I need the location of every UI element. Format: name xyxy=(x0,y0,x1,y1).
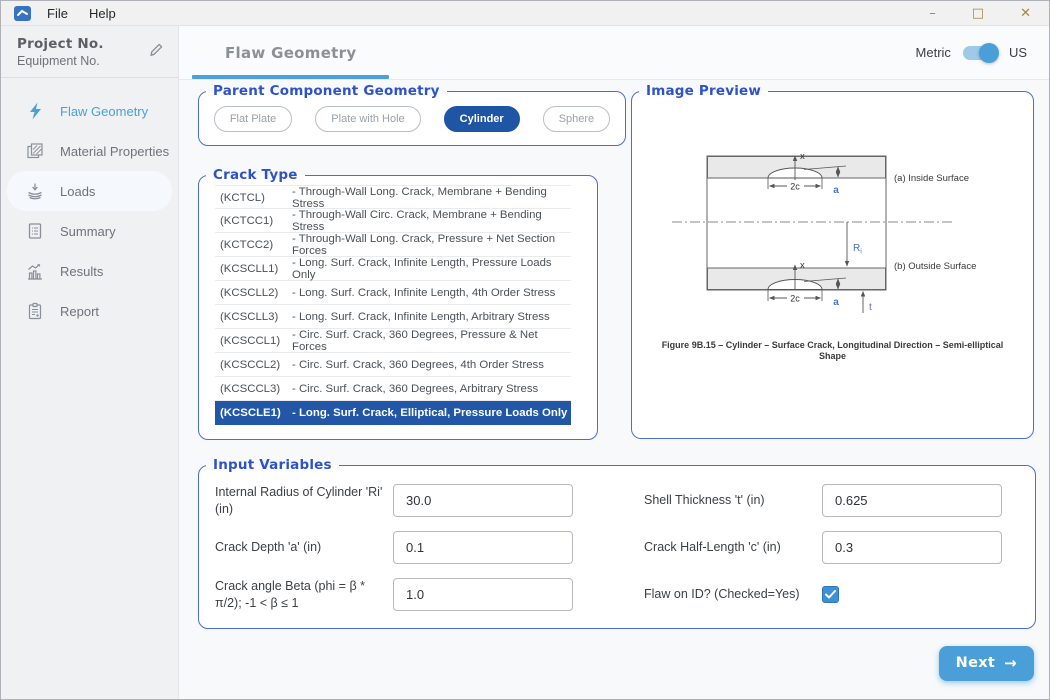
cylinder-crack-diagram: x 2c a (a) Inside Surface Ri xyxy=(632,99,1032,327)
image-preview-legend: Image Preview xyxy=(639,83,768,99)
crack-half-length-input[interactable] xyxy=(822,531,1002,564)
crack-type-row[interactable]: (KCTCL)- Through-Wall Long. Crack, Membr… xyxy=(215,185,571,209)
svg-text:x: x xyxy=(800,260,805,271)
sidebar-item-label: Results xyxy=(60,264,103,279)
parent-geometry-legend: Parent Component Geometry xyxy=(206,83,447,99)
svg-text:t: t xyxy=(869,302,872,313)
figure-caption: Figure 9B.15 – Cylinder – Surface Crack,… xyxy=(632,340,1033,363)
report-icon xyxy=(25,302,45,320)
unit-toggle[interactable] xyxy=(963,46,997,60)
crack-type-row-selected[interactable]: (KCSCLE1)- Long. Surf. Crack, Elliptical… xyxy=(215,401,571,425)
field-label: Shell Thickness 't' (in) xyxy=(644,492,822,508)
tab-flaw-geometry[interactable]: Flaw Geometry xyxy=(192,26,389,79)
internal-radius-input[interactable] xyxy=(393,484,573,517)
content-area: Parent Component Geometry Flat Plate Pla… xyxy=(179,80,1049,699)
preview-figure: x 2c a (a) Inside Surface Ri xyxy=(632,99,1033,363)
sidebar: Project No. Equipment No. Flaw Geometry xyxy=(1,26,179,699)
crack-type-row[interactable]: (KCSCLL2)- Long. Surf. Crack, Infinite L… xyxy=(215,281,571,305)
field-shell-thickness: Shell Thickness 't' (in) xyxy=(644,484,1007,517)
field-internal-radius: Internal Radius of Cylinder 'Ri' (in) xyxy=(215,484,578,517)
geometry-option-cylinder[interactable]: Cylinder xyxy=(444,106,520,132)
field-label: Internal Radius of Cylinder 'Ri' (in) xyxy=(215,484,393,517)
project-number-label: Project No. xyxy=(17,36,148,52)
maximize-icon[interactable]: □ xyxy=(972,7,984,20)
svg-text:a: a xyxy=(833,185,839,196)
sidebar-item-label: Report xyxy=(60,304,99,319)
crack-type-list: (KCTCL)- Through-Wall Long. Crack, Membr… xyxy=(215,185,571,425)
page-header: Flaw Geometry Metric US xyxy=(179,26,1049,80)
equipment-number-label: Equipment No. xyxy=(17,54,148,68)
sidebar-item-summary[interactable]: Summary xyxy=(1,211,178,251)
next-button[interactable]: Next → xyxy=(939,646,1034,681)
next-button-label: Next xyxy=(956,655,995,671)
metric-label: Metric xyxy=(916,45,951,60)
image-preview-section: Image Preview xyxy=(631,83,1034,439)
geometry-option-sphere[interactable]: Sphere xyxy=(543,106,610,132)
sidebar-item-label: Loads xyxy=(60,184,95,199)
svg-text:a: a xyxy=(833,297,839,308)
field-label: Flaw on ID? (Checked=Yes) xyxy=(644,586,822,602)
results-icon xyxy=(25,262,45,280)
menu-help[interactable]: Help xyxy=(89,6,116,21)
svg-text:2c: 2c xyxy=(790,182,800,192)
crack-type-row[interactable]: (KCSCCL2)- Circ. Surf. Crack, 360 Degree… xyxy=(215,353,571,377)
sidebar-item-flaw-geometry[interactable]: Flaw Geometry xyxy=(1,91,178,131)
crack-angle-beta-input[interactable] xyxy=(393,578,573,611)
crack-type-legend: Crack Type xyxy=(206,167,305,183)
field-crack-angle-beta: Crack angle Beta (phi = β * π/2); -1 < β… xyxy=(215,578,578,611)
sidebar-item-loads[interactable]: Loads xyxy=(7,171,172,211)
crack-type-section: Crack Type (KCTCL)- Through-Wall Long. C… xyxy=(198,167,598,440)
crack-type-row[interactable]: (KCSCCL3)- Circ. Surf. Crack, 360 Degree… xyxy=(215,377,571,401)
minimize-icon[interactable]: – xyxy=(929,7,936,20)
svg-text:x: x xyxy=(800,151,805,162)
menu-file[interactable]: File xyxy=(47,6,68,21)
titlebar: File Help – □ ✕ xyxy=(1,1,1049,26)
sidebar-item-results[interactable]: Results xyxy=(1,251,178,291)
crack-type-row[interactable]: (KCTCC1)- Through-Wall Circ. Crack, Memb… xyxy=(215,209,571,233)
sidebar-nav: Flaw Geometry Material Properties Loads xyxy=(1,78,178,331)
field-label: Crack Depth 'a' (in) xyxy=(215,539,393,555)
toggle-knob[interactable] xyxy=(979,43,999,63)
crack-type-row[interactable]: (KCSCLL1)- Long. Surf. Crack, Infinite L… xyxy=(215,257,571,281)
crack-type-row[interactable]: (KCSCCL1)- Circ. Surf. Crack, 360 Degree… xyxy=(215,329,571,353)
app-window: File Help – □ ✕ Project No. Equipment No… xyxy=(0,0,1050,700)
close-icon[interactable]: ✕ xyxy=(1020,7,1031,20)
unit-toggle-group: Metric US xyxy=(916,45,1049,60)
field-crack-half-length: Crack Half-Length 'c' (in) xyxy=(644,531,1007,564)
sidebar-item-label: Summary xyxy=(60,224,116,239)
crack-type-row[interactable]: (KCTCC2)- Through-Wall Long. Crack, Pres… xyxy=(215,233,571,257)
geometry-option-plate-with-hole[interactable]: Plate with Hole xyxy=(315,106,420,132)
sidebar-item-report[interactable]: Report xyxy=(1,291,178,331)
parent-geometry-section: Parent Component Geometry Flat Plate Pla… xyxy=(198,83,626,146)
field-crack-depth: Crack Depth 'a' (in) xyxy=(215,531,578,564)
bolt-icon xyxy=(25,102,45,120)
page-title: Flaw Geometry xyxy=(225,44,356,62)
svg-text:(b) Outside Surface: (b) Outside Surface xyxy=(894,261,976,272)
svg-text:2c: 2c xyxy=(790,294,800,304)
field-label: Crack Half-Length 'c' (in) xyxy=(644,539,822,555)
project-header: Project No. Equipment No. xyxy=(1,26,178,78)
shell-thickness-input[interactable] xyxy=(822,484,1002,517)
app-logo-icon xyxy=(14,6,31,21)
input-variables-legend: Input Variables xyxy=(206,457,339,473)
arrow-right-icon: → xyxy=(1004,654,1017,672)
crack-type-row[interactable]: (KCSCLL3)- Long. Surf. Crack, Infinite L… xyxy=(215,305,571,329)
us-label: US xyxy=(1009,45,1027,60)
flaw-on-id-checkbox[interactable] xyxy=(822,586,839,603)
input-variables-section: Input Variables Internal Radius of Cylin… xyxy=(198,457,1036,629)
sidebar-item-material-properties[interactable]: Material Properties xyxy=(1,131,178,171)
summary-icon xyxy=(25,222,45,240)
field-label: Crack angle Beta (phi = β * π/2); -1 < β… xyxy=(215,578,393,611)
sidebar-item-label: Flaw Geometry xyxy=(60,104,148,119)
geometry-option-flat-plate[interactable]: Flat Plate xyxy=(214,106,292,132)
checkmark-icon xyxy=(825,590,836,599)
crack-depth-input[interactable] xyxy=(393,531,573,564)
svg-text:(a) Inside Surface: (a) Inside Surface xyxy=(894,173,969,184)
field-flaw-on-id: Flaw on ID? (Checked=Yes) xyxy=(644,578,1007,611)
loads-icon xyxy=(25,182,45,200)
material-icon xyxy=(25,142,45,160)
sidebar-item-label: Material Properties xyxy=(60,144,169,159)
edit-pencil-icon[interactable] xyxy=(148,42,164,63)
